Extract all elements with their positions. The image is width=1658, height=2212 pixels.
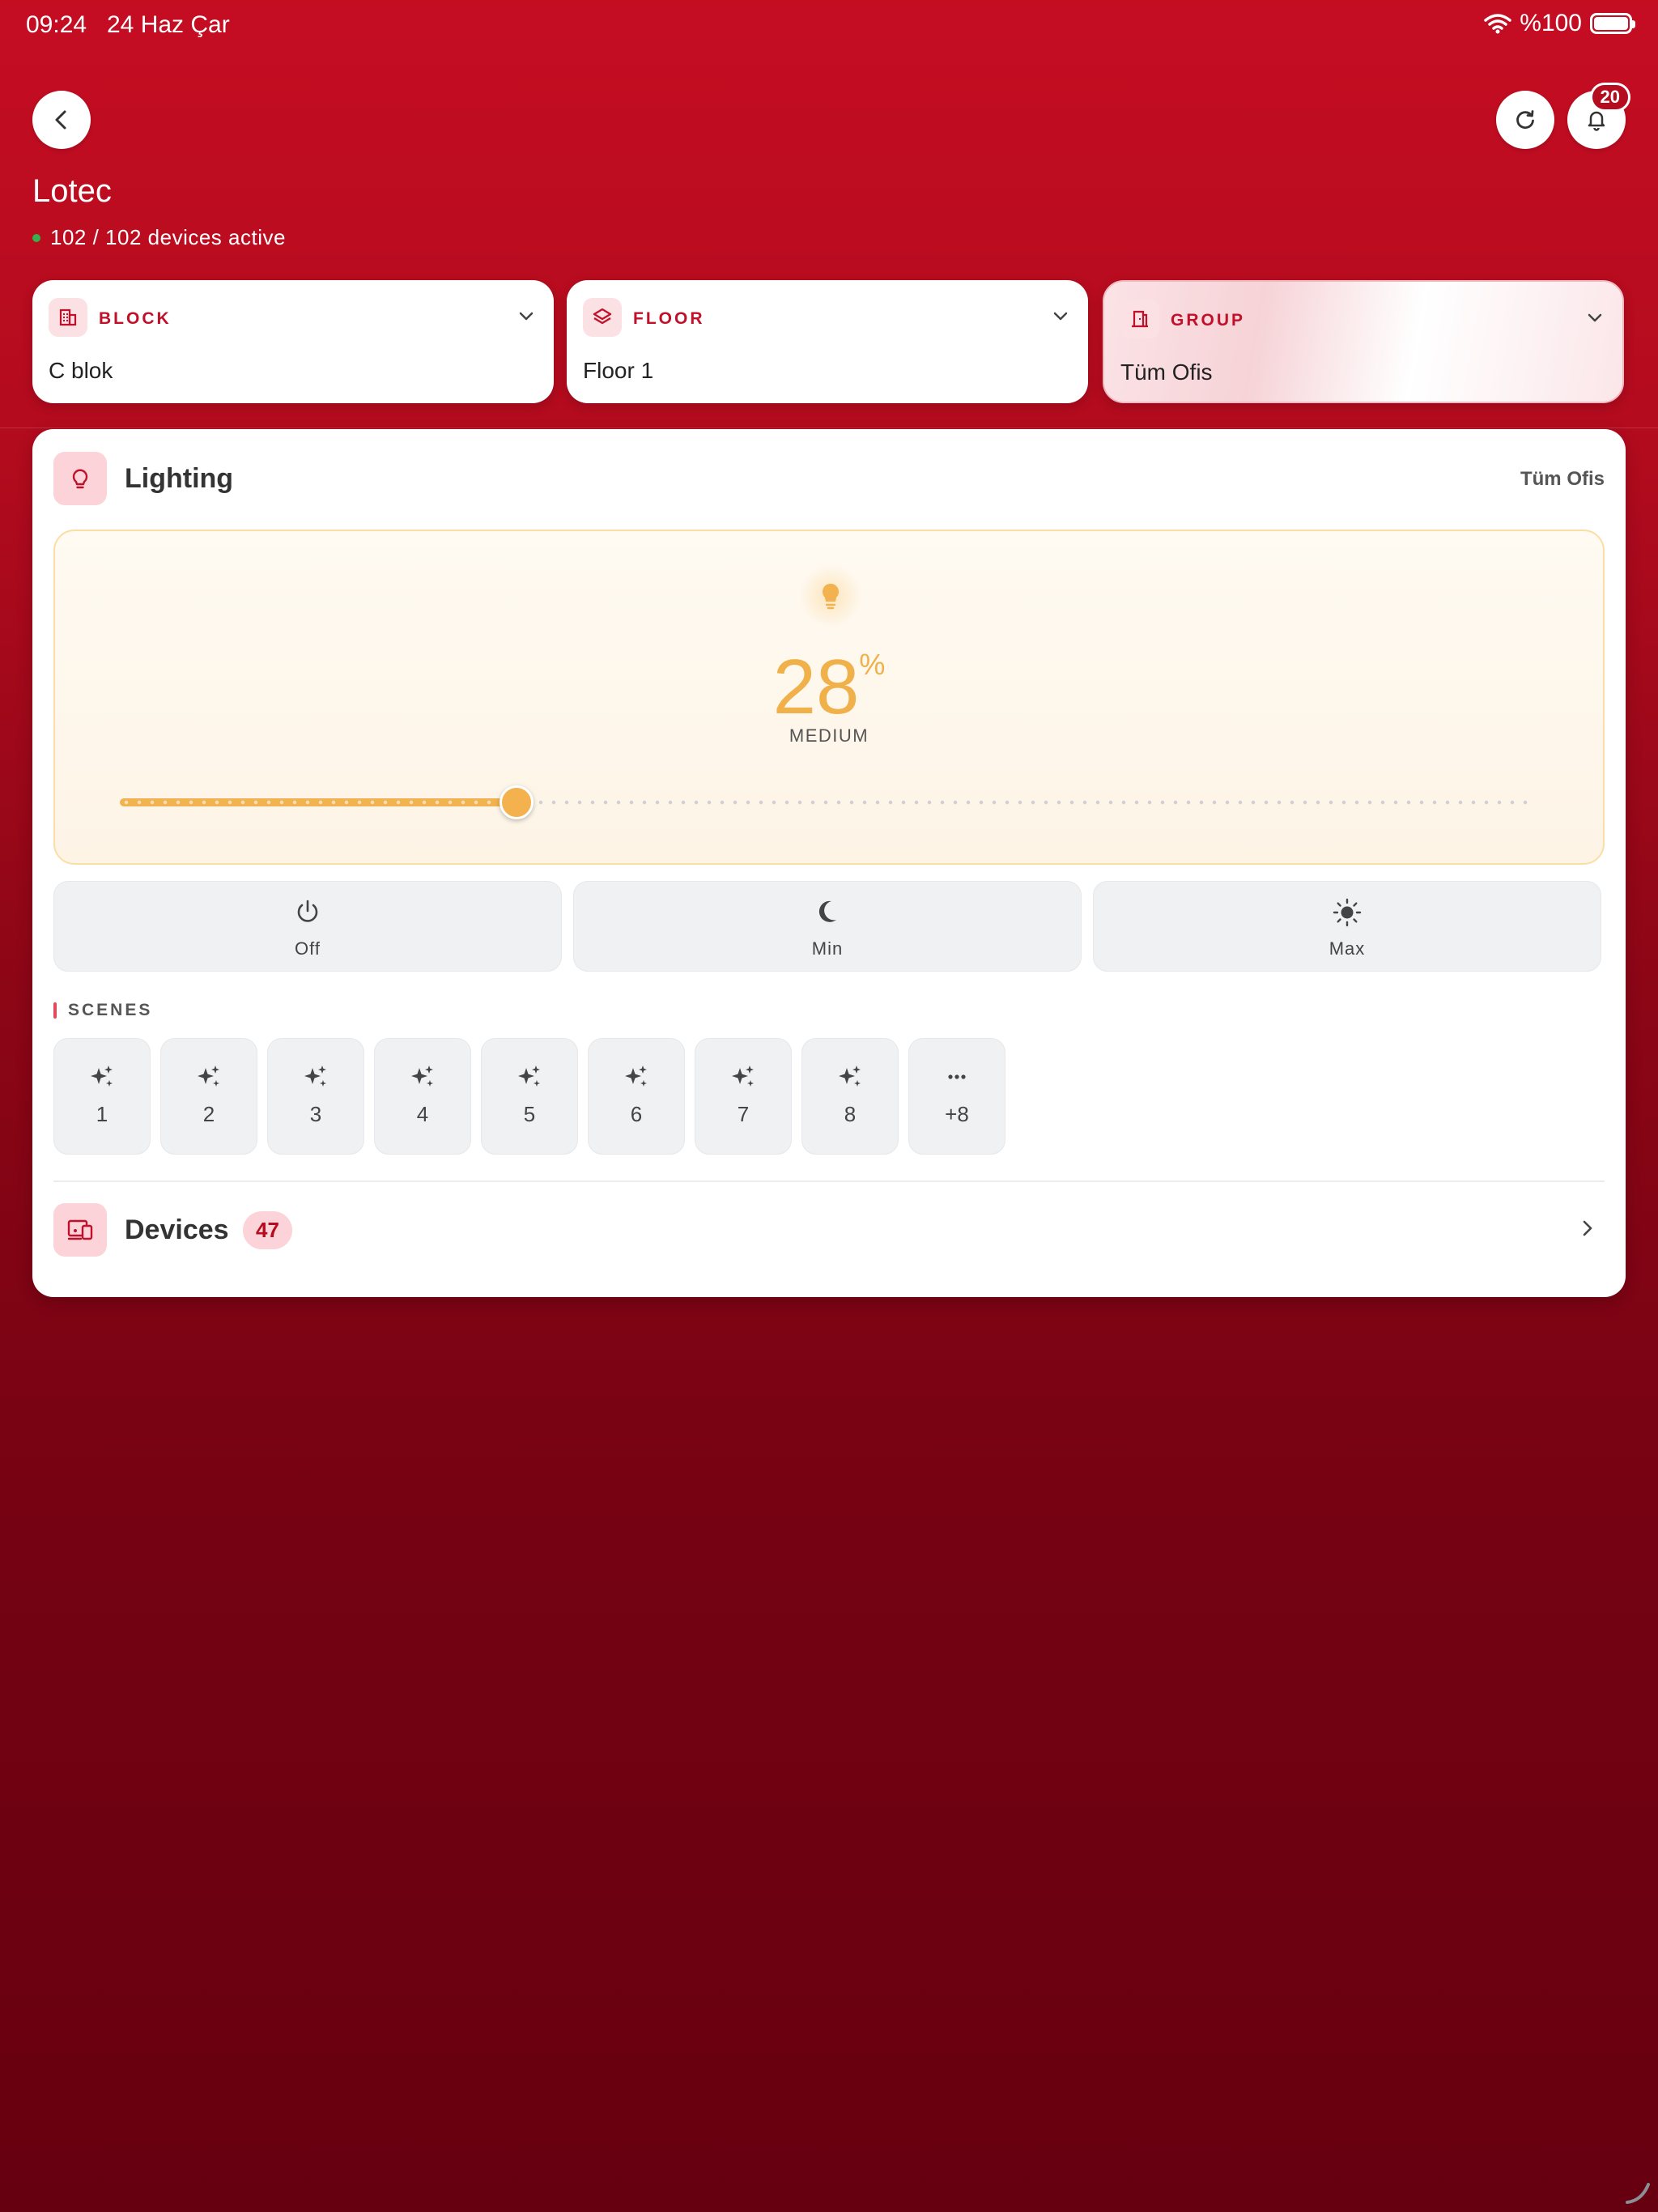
scenes-title: SCENES: [68, 1001, 153, 1019]
scene-button-2[interactable]: 2: [160, 1038, 257, 1155]
sparkles-icon: [839, 1066, 861, 1087]
wifi-icon: [1484, 14, 1512, 34]
more-scenes-label: +8: [945, 1102, 969, 1126]
scene-label: 2: [202, 1102, 215, 1126]
block-selector[interactable]: BLOCK C blok: [32, 280, 554, 403]
mode-off-button[interactable]: Off: [53, 881, 562, 972]
scenes-header: SCENES: [53, 1001, 152, 1020]
brightness-number: 28: [772, 644, 860, 730]
status-date: 24 Haz Çar: [107, 11, 230, 38]
mode-max-label: Max: [1329, 938, 1366, 959]
building-icon: [49, 298, 87, 337]
lighting-card: Lighting Tüm Ofis 28% MEDIUM Off Min Max…: [32, 429, 1626, 1297]
layers-icon: [583, 298, 622, 337]
sparkles-icon: [304, 1066, 326, 1087]
power-icon: [297, 900, 318, 922]
lighting-group-name: Tüm Ofis: [1520, 468, 1605, 490]
section-divider: [53, 1180, 1605, 1182]
mode-max-button[interactable]: Max: [1093, 881, 1601, 972]
chevron-right-icon[interactable]: [1577, 1218, 1598, 1239]
floor-selector[interactable]: FLOOR Floor 1: [567, 280, 1088, 403]
sparkles-icon: [625, 1066, 647, 1087]
percent-sign: %: [859, 648, 886, 681]
chevron-down-icon: [519, 312, 534, 321]
devices-count-badge: 47: [243, 1211, 292, 1249]
sparkles-icon: [91, 1066, 113, 1087]
sparkles-icon: [411, 1066, 433, 1087]
bulb-glow-icon: [798, 564, 863, 628]
door-icon: [1120, 300, 1159, 338]
status-time: 09:24: [26, 11, 87, 38]
refresh-icon: [1516, 110, 1534, 130]
slider-fill: [120, 798, 517, 806]
floor-value: Floor 1: [583, 358, 654, 383]
online-dot-icon: [32, 233, 40, 242]
scene-button-7[interactable]: 7: [695, 1038, 792, 1155]
devices-title: Devices: [125, 1214, 229, 1245]
refresh-button[interactable]: [1496, 91, 1554, 149]
status-bar: 09:24 24 Haz Çar %100: [0, 0, 1658, 52]
scene-label: 1: [96, 1102, 108, 1126]
brightness-slider[interactable]: [120, 785, 1537, 819]
scene-label: 4: [416, 1102, 429, 1126]
more-scenes-button[interactable]: +8: [908, 1038, 1005, 1155]
scene-button-5[interactable]: 5: [481, 1038, 578, 1155]
group-value: Tüm Ofis: [1120, 359, 1213, 385]
battery-icon: [1590, 13, 1635, 34]
active-devices-text: 102 / 102 devices active: [50, 225, 286, 249]
status-indicators: %100: [1484, 10, 1635, 37]
chevron-down-icon: [1053, 312, 1068, 321]
scene-label: 3: [309, 1102, 322, 1126]
scene-label: 5: [523, 1102, 536, 1126]
scene-button-1[interactable]: 1: [53, 1038, 151, 1155]
block-value: C blok: [49, 358, 113, 383]
back-button[interactable]: [32, 91, 91, 149]
scenes-accent-bar: [53, 1002, 57, 1019]
lighting-title: Lighting: [125, 463, 234, 494]
floor-label: FLOOR: [633, 309, 705, 328]
lightbulb-icon: [53, 452, 107, 505]
sparkles-icon: [518, 1066, 540, 1087]
page-title: Lotec: [32, 173, 112, 209]
mode-off-label: Off: [295, 938, 321, 959]
scene-label: 8: [844, 1102, 857, 1126]
slider-thumb[interactable]: [500, 785, 534, 819]
brightness-level-name: MEDIUM: [789, 725, 869, 746]
resize-handle-icon: [1626, 2183, 1650, 2204]
scene-button-3[interactable]: 3: [267, 1038, 364, 1155]
mode-min-button[interactable]: Min: [573, 881, 1082, 972]
moon-icon: [818, 900, 836, 922]
sparkles-icon: [198, 1066, 219, 1087]
scene-label: 7: [737, 1102, 750, 1126]
devices-icon: [53, 1203, 107, 1257]
sun-icon: [1333, 898, 1362, 927]
more-icon: [948, 1074, 966, 1079]
chevron-left-icon: [55, 110, 66, 130]
dimmer-panel: 28% MEDIUM: [53, 530, 1605, 865]
scene-button-6[interactable]: 6: [588, 1038, 685, 1155]
mode-min-label: Min: [811, 938, 844, 959]
scene-button-8[interactable]: 8: [801, 1038, 899, 1155]
scene-button-4[interactable]: 4: [374, 1038, 471, 1155]
scene-label: 6: [630, 1102, 643, 1126]
block-label: BLOCK: [99, 309, 172, 328]
notifications-button[interactable]: 20: [1567, 83, 1630, 149]
bell-icon: [1588, 111, 1605, 131]
brightness-value: 28%: [55, 643, 1603, 732]
device-status: 102 / 102 devices active: [32, 225, 286, 250]
group-selector[interactable]: GROUP Tüm Ofis: [1103, 280, 1624, 403]
battery-percent: %100: [1520, 10, 1582, 36]
chevron-down-icon: [1588, 313, 1602, 322]
sparkles-icon: [732, 1066, 754, 1087]
group-label: GROUP: [1171, 311, 1246, 330]
notification-badge: 20: [1589, 83, 1630, 112]
